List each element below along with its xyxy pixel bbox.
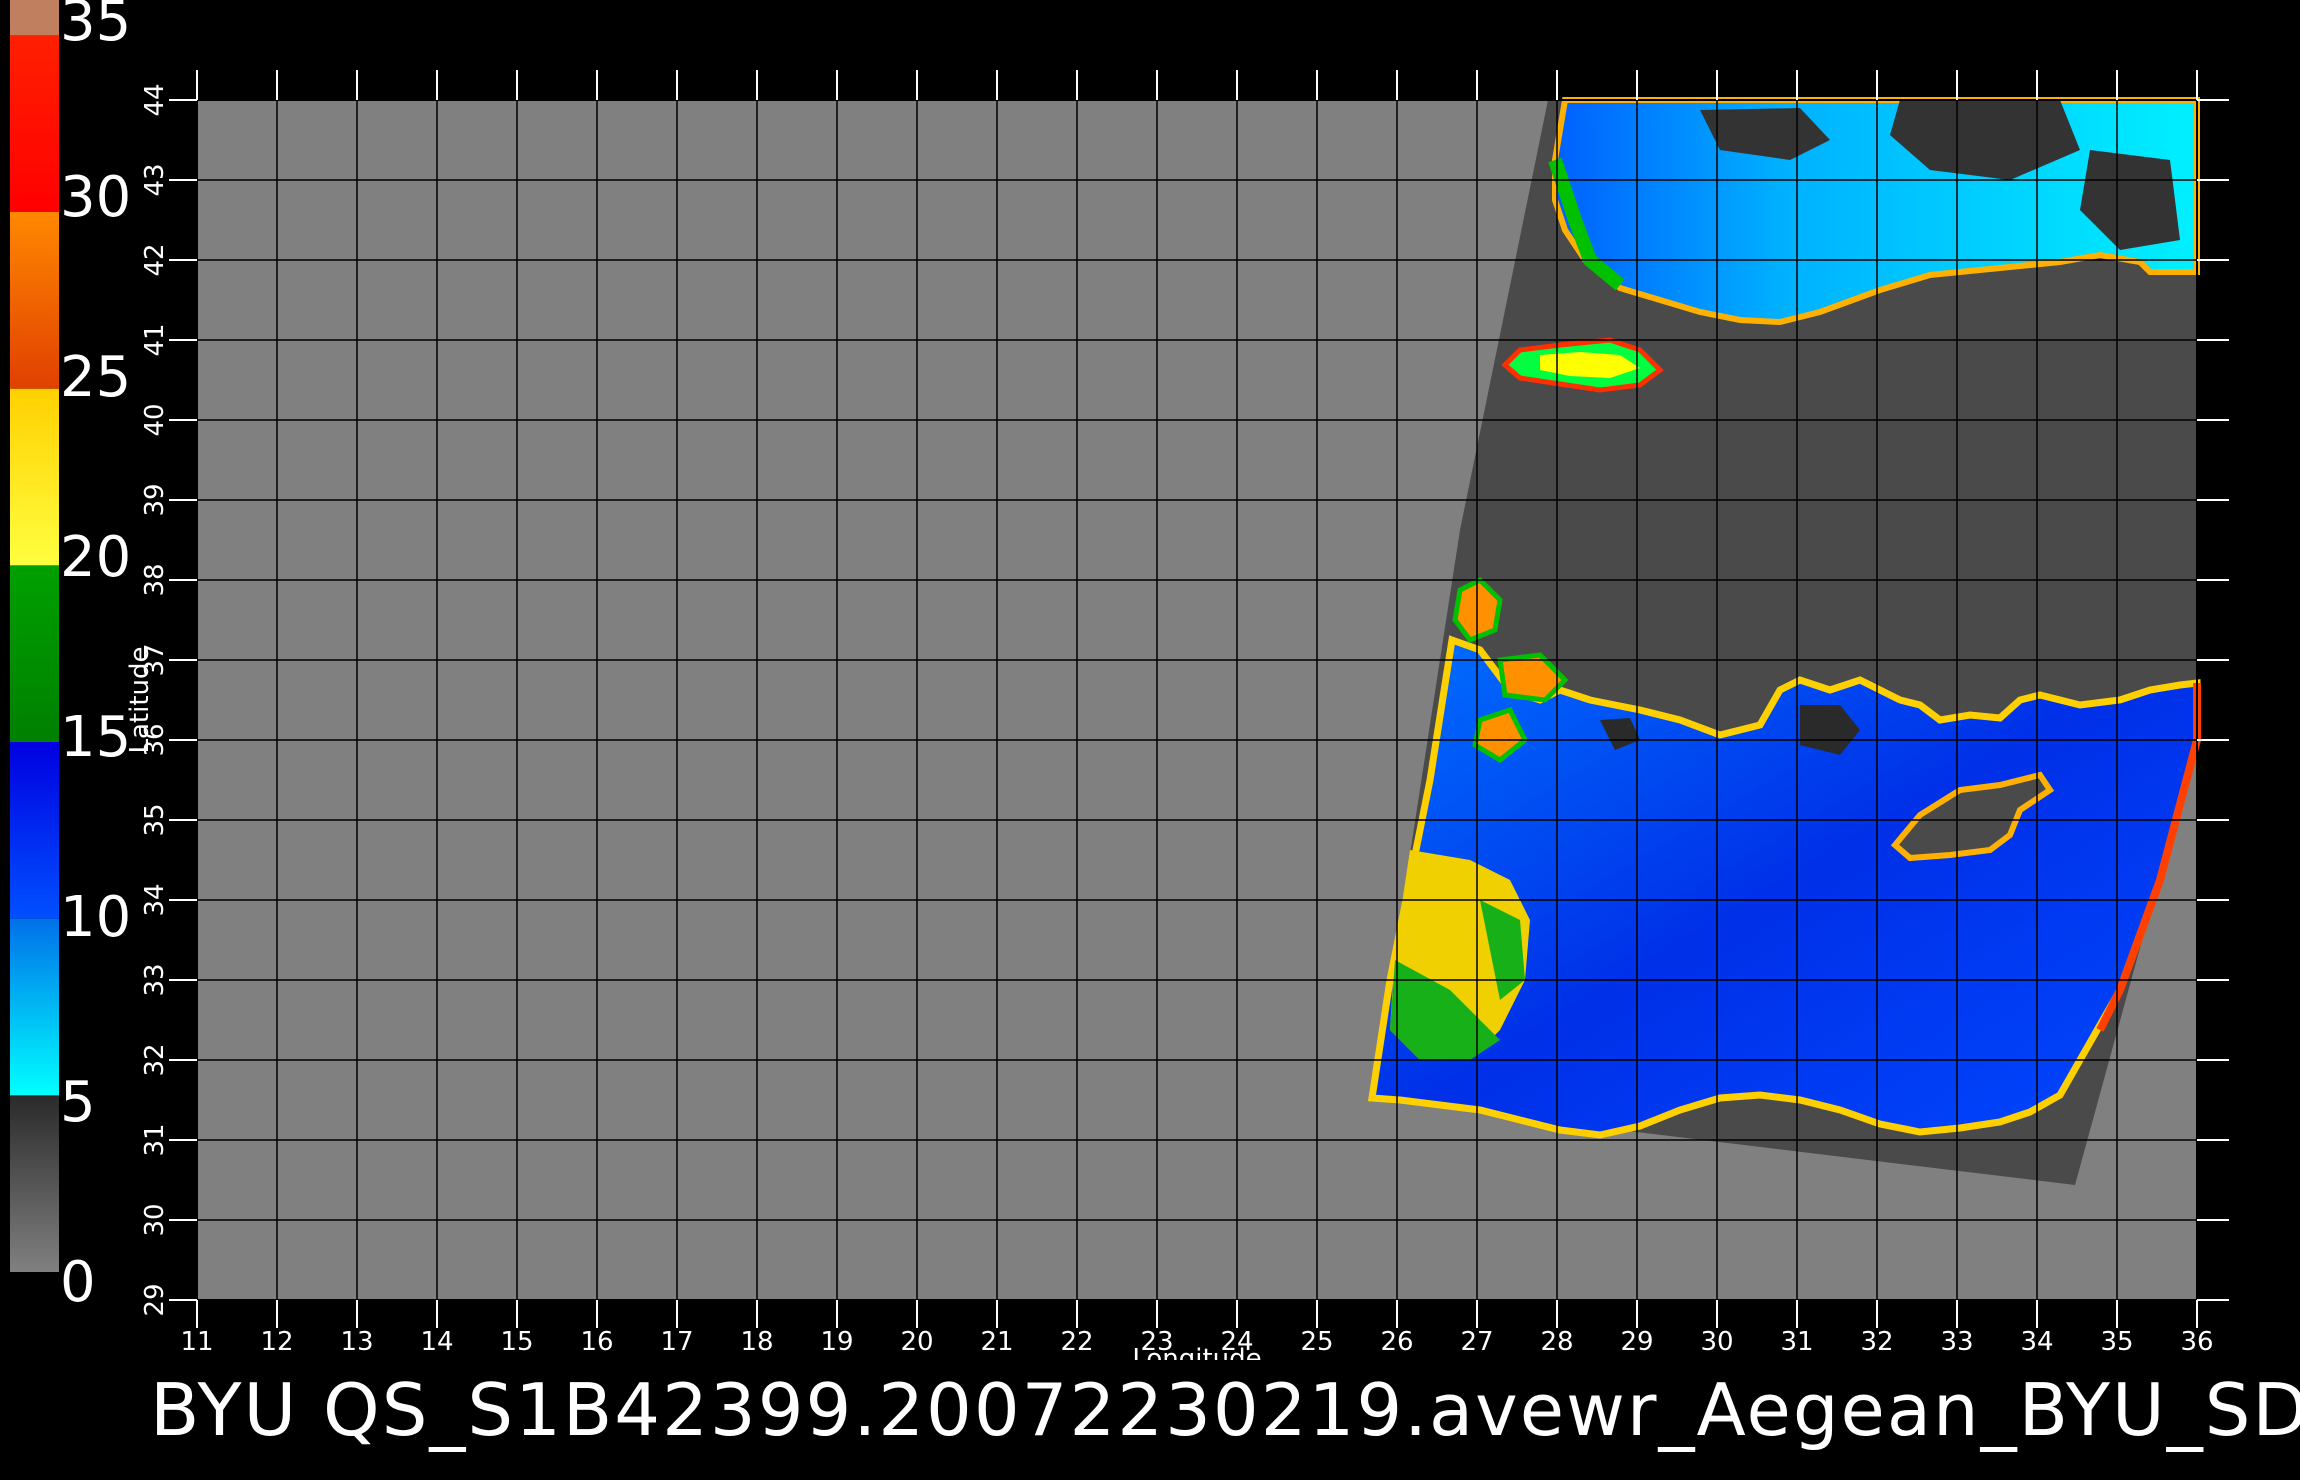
x-tick-label: 33	[1940, 1327, 1973, 1357]
x-tick-label: 30	[1700, 1327, 1733, 1357]
x-tick-label: 32	[1860, 1327, 1893, 1357]
x-tick-label: 34	[2020, 1327, 2053, 1357]
x-tick-label: 22	[1060, 1327, 1093, 1357]
x-tick-label: 35	[2100, 1327, 2133, 1357]
y-tick-label: 40	[140, 403, 170, 436]
x-tick-label: 15	[500, 1327, 533, 1357]
x-tick-label: 14	[420, 1327, 453, 1357]
x-axis-title: Longitude	[1132, 1344, 1261, 1360]
x-tick-label: 17	[660, 1327, 693, 1357]
x-tick-label: 16	[580, 1327, 613, 1357]
x-tick-label: 31	[1780, 1327, 1813, 1357]
y-tick-label: 39	[140, 483, 170, 516]
x-tick-label: 21	[980, 1327, 1013, 1357]
x-tick-label: 18	[740, 1327, 773, 1357]
x-tick-label: 19	[820, 1327, 853, 1357]
x-tick-label: 29	[1620, 1327, 1653, 1357]
y-tick-label: 42	[140, 243, 170, 276]
x-tick-label: 26	[1380, 1327, 1413, 1357]
footer-title: BYU QS_S1B42399.20072230219.avewr_Aegean…	[150, 1368, 2300, 1452]
y-tick-label: 32	[140, 1043, 170, 1076]
y-tick-label: 43	[140, 163, 170, 196]
x-tick-label: 27	[1460, 1327, 1493, 1357]
y-axis-title: Latitude	[125, 646, 155, 753]
y-tick-label: 35	[140, 803, 170, 836]
y-tick-label: 30	[140, 1203, 170, 1236]
wind-map: 11 12 13 14 15 16 17 18 19 20 21 22 23 24 25 26 27 28 29 30…	[125, 70, 2229, 1360]
y-tick-label: 41	[140, 323, 170, 356]
x-tick-label: 28	[1540, 1327, 1573, 1357]
x-tick-label: 20	[900, 1327, 933, 1357]
y-tick-label: 44	[140, 83, 170, 116]
x-tick-label: 13	[340, 1327, 373, 1357]
x-tick-label: 11	[180, 1327, 213, 1357]
y-tick-label: 34	[140, 883, 170, 916]
x-tick-label: 25	[1300, 1327, 1333, 1357]
y-tick-label: 38	[140, 563, 170, 596]
x-tick-label: 36	[2180, 1327, 2213, 1357]
y-tick-label: 29	[140, 1283, 170, 1316]
x-tick-label: 12	[260, 1327, 293, 1357]
y-tick-label: 33	[140, 963, 170, 996]
y-tick-label: 31	[140, 1123, 170, 1156]
